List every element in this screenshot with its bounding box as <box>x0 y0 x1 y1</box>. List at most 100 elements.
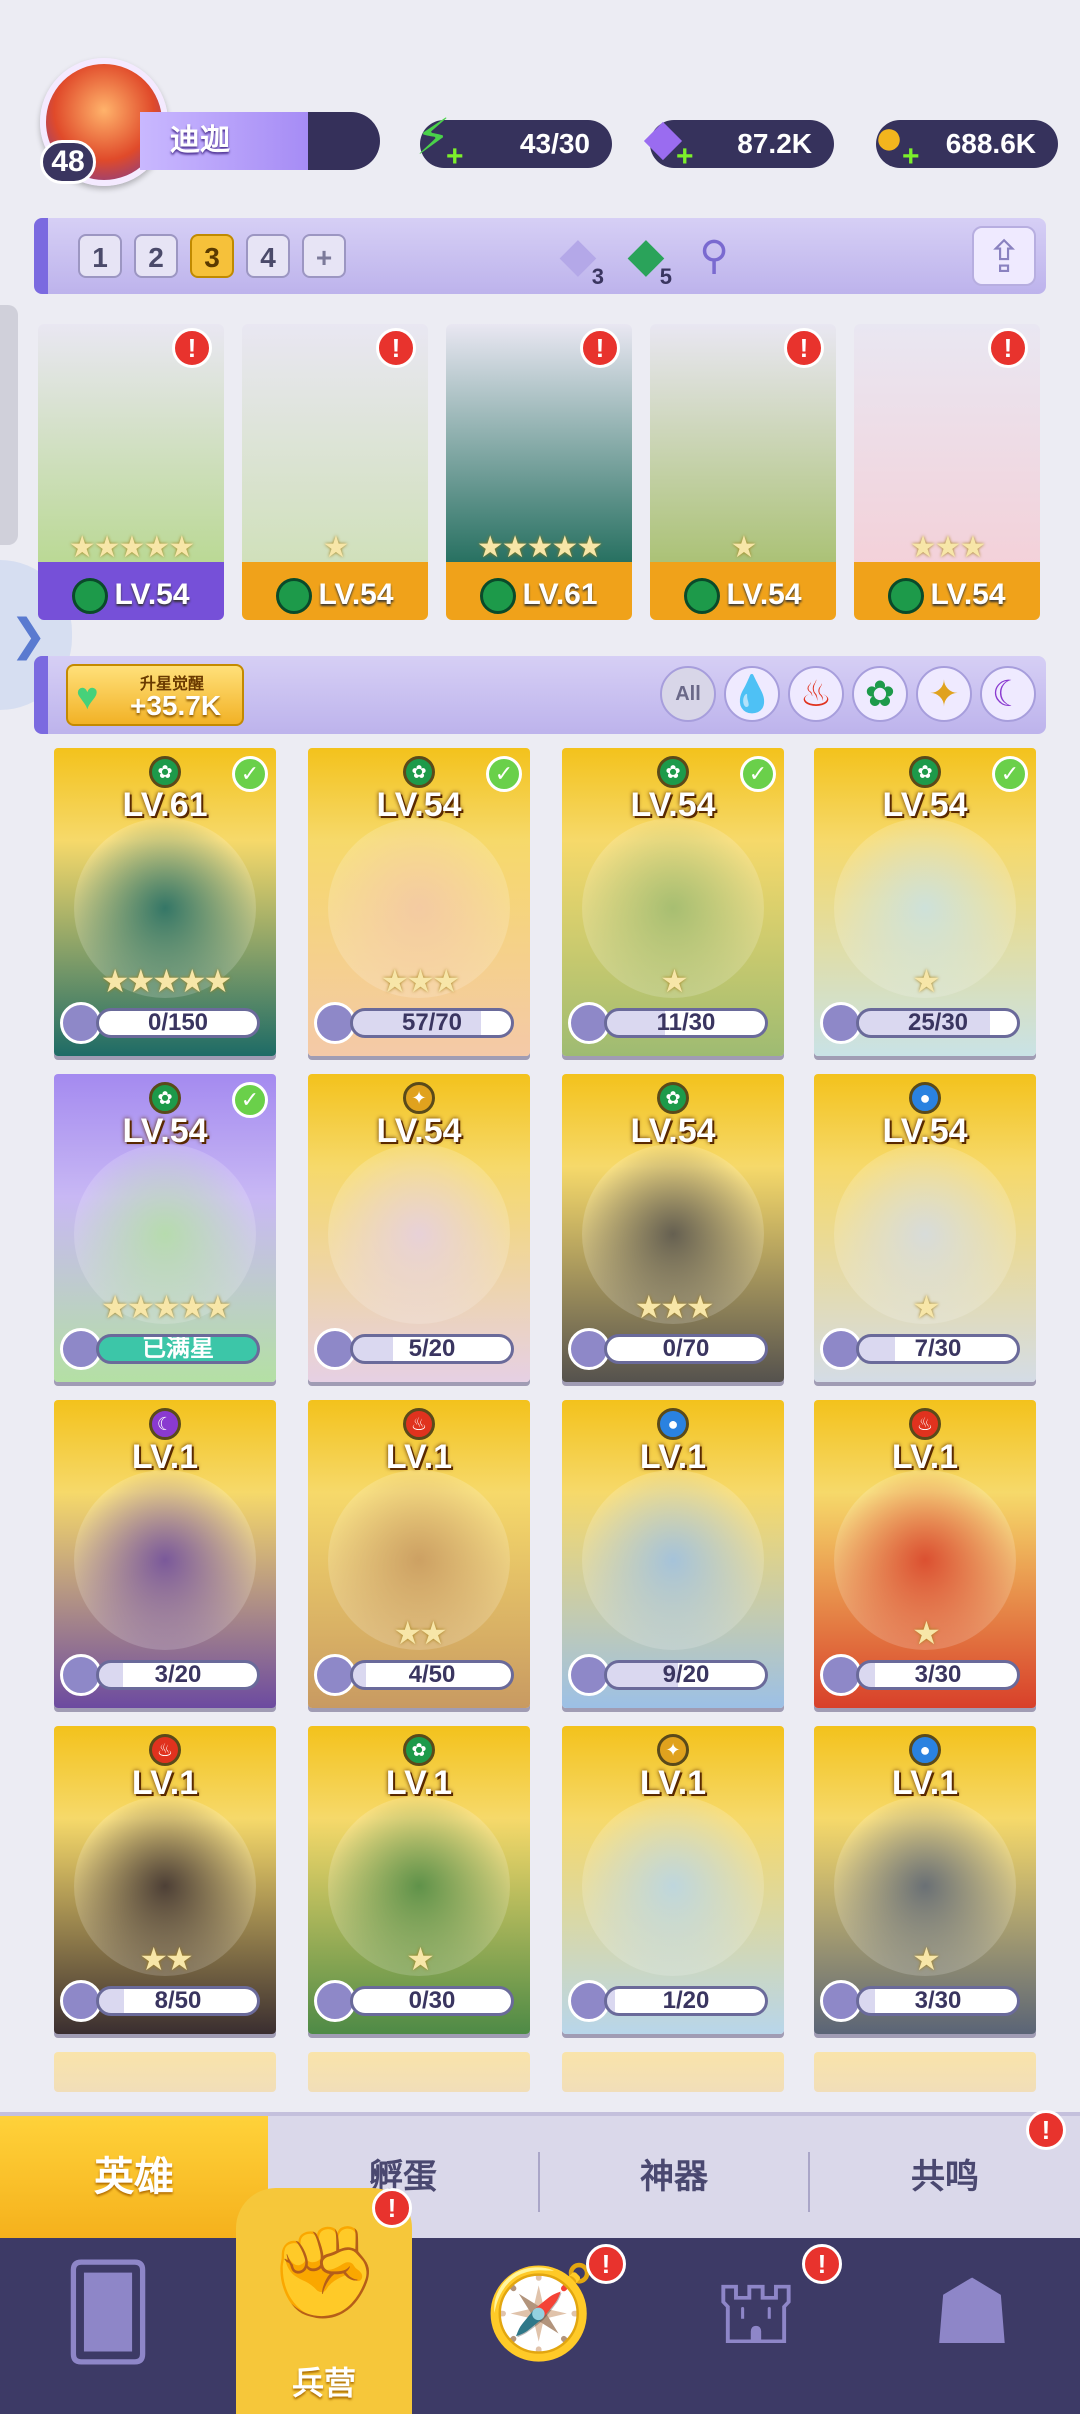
green-card-icon[interactable]: ◆ 5 <box>616 226 676 288</box>
hero-stars: ★ <box>660 963 689 999</box>
progress-text: 1/20 <box>662 1987 710 2014</box>
wind-element-icon <box>480 578 517 614</box>
tab-artifacts[interactable]: 神器 <box>540 2116 808 2238</box>
filter-fire-icon[interactable]: ♨ <box>788 666 844 722</box>
hero-stars: ★ <box>730 531 758 564</box>
fire-element-icon: ♨ <box>909 1408 941 1440</box>
shard-progress-bar: 0/70 <box>604 1334 768 1364</box>
nav-map[interactable]: 🧭 ! <box>432 2238 648 2414</box>
shard-progress-bar: 11/30 <box>604 1008 768 1038</box>
fire-element-icon: ♨ <box>403 1408 435 1440</box>
wind-element-icon: ✿ <box>149 756 181 788</box>
hero-portrait <box>582 1796 764 1976</box>
hero-stars: ★★★★★ <box>100 963 232 999</box>
hero-card[interactable]: ✿ ✓ LV.61 ★★★★★ 0/150 <box>54 748 276 1056</box>
hero-level: LV.1 <box>891 1764 959 1802</box>
progress-text: 9/20 <box>662 1661 710 1688</box>
side-drawer-edge[interactable] <box>0 305 18 545</box>
progress-text: 4/50 <box>408 1661 456 1688</box>
hero-portrait <box>328 1144 510 1324</box>
wind-element-icon: ✿ <box>657 756 689 788</box>
slot-alert-badge: ! <box>172 328 212 368</box>
nav-cards[interactable]: 🂠 <box>0 2238 216 2414</box>
search-icon[interactable]: ⚲ <box>684 226 744 286</box>
hero-card[interactable]: ♨ LV.1 ★★ 4/50 <box>308 1400 530 1708</box>
progress-text: 3/30 <box>914 1661 962 1688</box>
nav-castle[interactable]: ⛫ ! <box>648 2238 864 2414</box>
share-icon: ⇪ <box>985 233 1023 282</box>
hero-level: LV.1 <box>131 1764 199 1802</box>
hero-card-peek[interactable] <box>308 2052 530 2092</box>
team-slot[interactable]: ★ LV.54! <box>242 324 428 620</box>
crystal-card-count: 3 <box>591 264 604 289</box>
hero-stars: ★ <box>912 1941 941 1977</box>
gem-counter[interactable]: ◆ + 87.2K <box>644 109 834 172</box>
hero-stars: ★★ <box>139 1941 193 1977</box>
hero-card[interactable]: ☾ LV.1 3/20 <box>54 1400 276 1708</box>
team-slot[interactable]: ★★★★★ LV.54! <box>38 324 224 620</box>
share-button[interactable]: ⇪ <box>972 226 1036 286</box>
hero-card[interactable]: ✦ LV.54 5/20 <box>308 1074 530 1382</box>
hero-level: LV.1 <box>639 1764 707 1802</box>
team-slot[interactable]: ★★★ LV.54! <box>854 324 1040 620</box>
light-element-icon: ✦ <box>403 1082 435 1114</box>
energy-value: 43/30 <box>519 128 590 159</box>
add-team-button[interactable]: + <box>302 234 346 278</box>
sub-tab-bar: 英雄 孵蛋 神器 共鸣 ! <box>0 2110 1080 2238</box>
heart-icon: ♥ <box>76 676 99 718</box>
star-awaken-badge[interactable]: ♥ 升星觉醒 +35.7K <box>66 664 244 726</box>
hero-level-text: LV.54 <box>318 577 394 611</box>
barracks-alert-badge: ! <box>372 2188 412 2228</box>
team-slot[interactable]: ★★★★★ LV.61! <box>446 324 632 620</box>
filter-all-button[interactable]: All <box>660 666 716 722</box>
hero-card[interactable]: ✦ LV.1 1/20 <box>562 1726 784 2034</box>
hero-card[interactable]: ✿ ✓ LV.54 ★ 11/30 <box>562 748 784 1056</box>
hero-card[interactable]: ✿ ✓ LV.54 ★★★ 57/70 <box>308 748 530 1056</box>
awaken-value: +35.7K <box>130 690 222 721</box>
hero-card-peek[interactable] <box>562 2052 784 2092</box>
team-tab-3[interactable]: 3 <box>190 234 234 278</box>
crystal-card-icon[interactable]: ◆ 3 <box>548 226 608 289</box>
hero-card[interactable]: ♨ LV.1 ★ 3/30 <box>814 1400 1036 1708</box>
top-status-bar: 48 迪迦 ⚡ + 43/30 ◆ + 87.2K ● + 688.6K <box>0 40 1080 190</box>
shard-progress-bar: 已满星 <box>96 1334 260 1364</box>
gem-value: 87.2K <box>737 128 812 159</box>
shard-progress-bar: 3/20 <box>96 1660 260 1690</box>
progress-text: 3/20 <box>154 1661 202 1688</box>
add-energy-icon[interactable]: + <box>446 142 464 172</box>
team-tab-2[interactable]: 2 <box>134 234 178 278</box>
filter-dark-icon[interactable]: ☾ <box>980 666 1036 722</box>
add-gold-icon[interactable]: + <box>902 142 920 172</box>
team-tab-4[interactable]: 4 <box>246 234 290 278</box>
filter-light-icon[interactable]: ✦ <box>916 666 972 722</box>
hero-card[interactable]: ● LV.1 ★ 3/30 <box>814 1726 1036 2034</box>
hero-card[interactable]: ✿ LV.54 ★★★ 0/70 <box>562 1074 784 1382</box>
hero-card-peek[interactable] <box>814 2052 1036 2092</box>
slot-alert-badge: ! <box>580 328 620 368</box>
fire-element-icon: ♨ <box>149 1734 181 1766</box>
hero-card-peek[interactable] <box>54 2052 276 2092</box>
nav-mushroom[interactable]: ☗ <box>864 2238 1080 2414</box>
hero-card[interactable]: ● LV.54 ★ 7/30 <box>814 1074 1036 1382</box>
team-tab-1[interactable]: 1 <box>78 234 122 278</box>
nav-barracks[interactable]: ✊ 兵营 ! <box>216 2188 432 2414</box>
hero-stars: ★★ <box>393 1615 447 1651</box>
hero-card[interactable]: ✿ ✓ LV.54 ★ 25/30 <box>814 748 1036 1056</box>
resonance-alert-badge: ! <box>1026 2110 1066 2150</box>
team-slot[interactable]: ★ LV.54! <box>650 324 836 620</box>
player-name: 迪迦 <box>140 112 380 170</box>
filter-water-icon[interactable]: 💧 <box>724 666 780 722</box>
progress-text: 57/70 <box>401 1009 463 1036</box>
filter-wind-icon[interactable]: ✿ <box>852 666 908 722</box>
hero-card[interactable]: ✿ ✓ LV.54 ★★★★★ 已满星 <box>54 1074 276 1382</box>
mushroom-icon: ☗ <box>931 2263 1013 2363</box>
hero-card[interactable]: ✿ LV.1 ★ 0/30 <box>308 1726 530 2034</box>
hero-card[interactable]: ● LV.1 9/20 <box>562 1400 784 1708</box>
energy-counter[interactable]: ⚡ + 43/30 <box>415 109 612 172</box>
map-alert-badge: ! <box>586 2244 626 2284</box>
add-gem-icon[interactable]: + <box>676 142 694 172</box>
gold-counter[interactable]: ● + 688.6K <box>874 109 1058 172</box>
shard-progress-bar: 7/30 <box>856 1334 1020 1364</box>
hero-level: LV.1 <box>639 1438 707 1476</box>
hero-card[interactable]: ♨ LV.1 ★★ 8/50 <box>54 1726 276 2034</box>
